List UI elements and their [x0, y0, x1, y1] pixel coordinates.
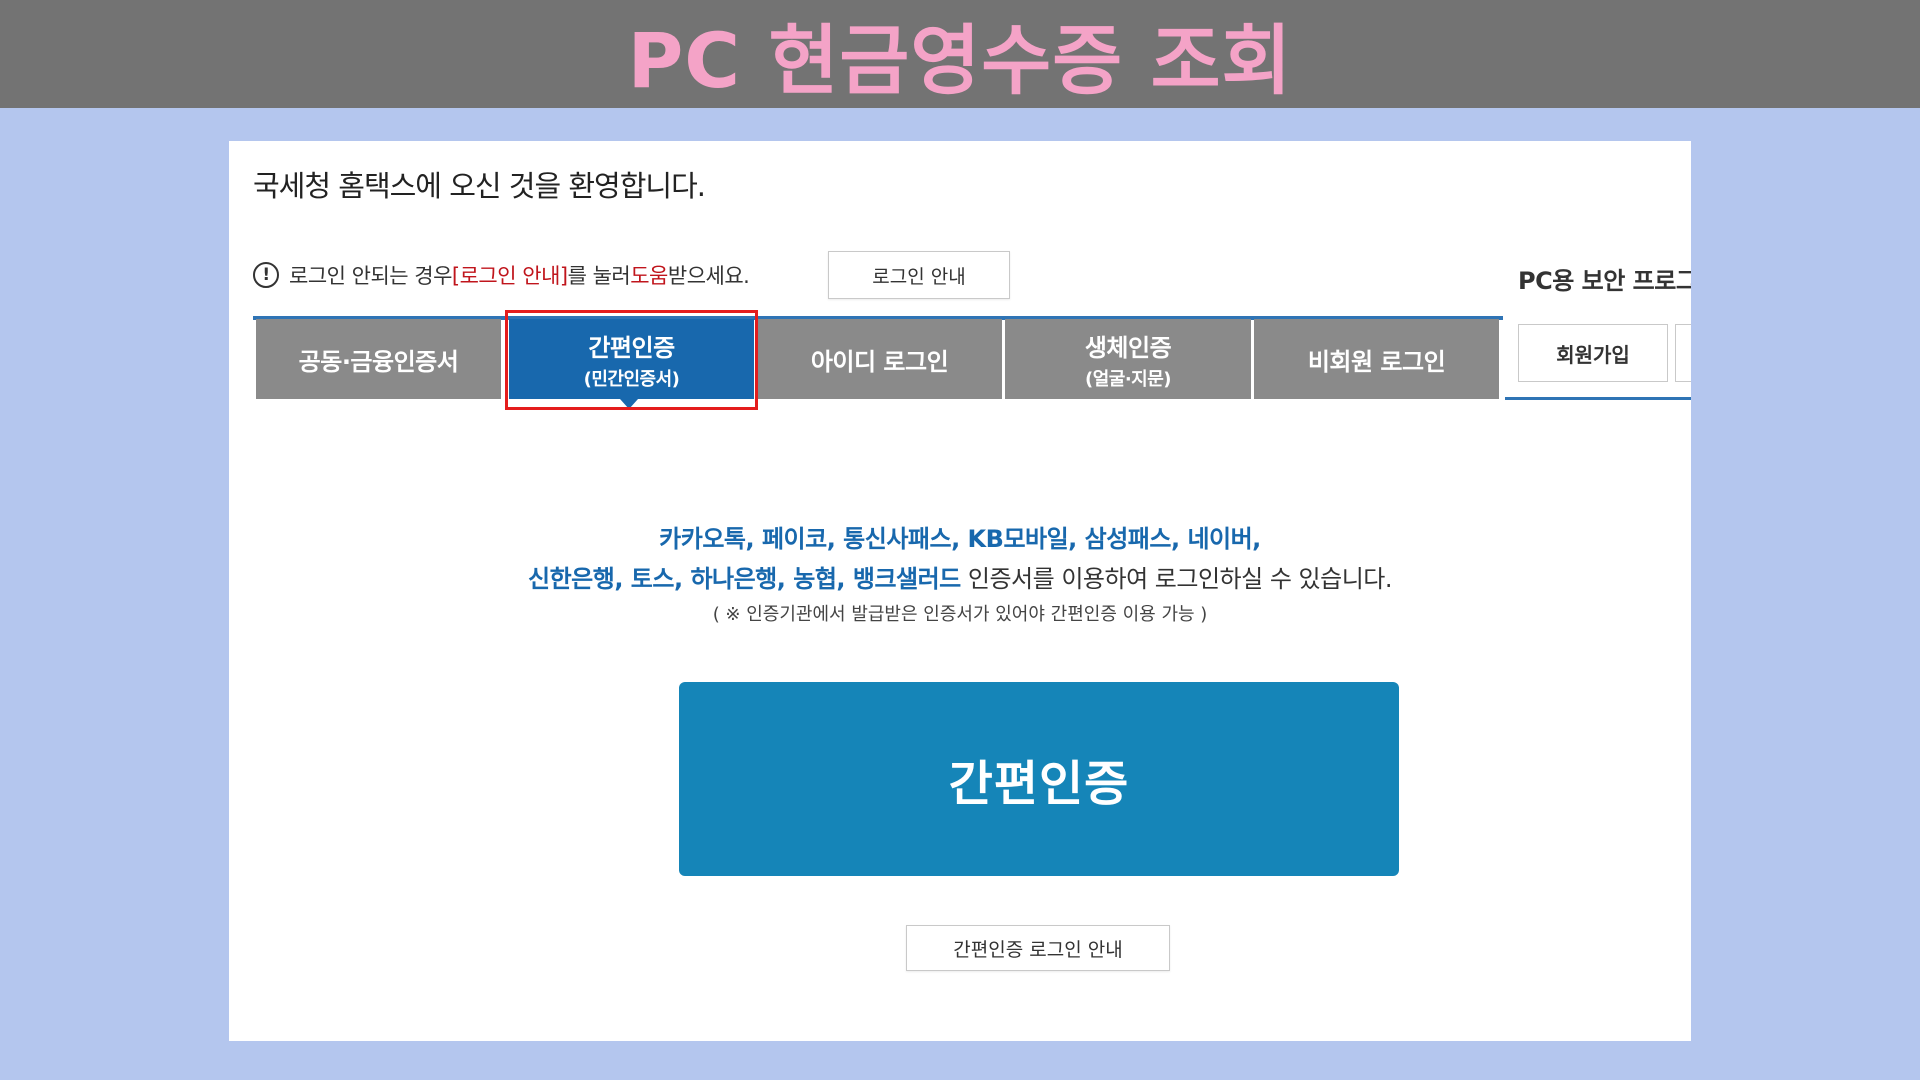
login-guide-button[interactable]: 로그인 안내 — [828, 251, 1010, 299]
banner: PC 현금영수증 조회 — [0, 0, 1920, 108]
tab-sublabel: (얼굴·지문) — [1084, 368, 1172, 390]
tab-biometric[interactable]: 생체인증 (얼굴·지문) — [1005, 319, 1251, 399]
notice-text-3: 받으세요. — [667, 264, 750, 288]
highlight-box — [505, 310, 758, 410]
welcome-heading: 국세청 홈택스에 오신 것을 환영합니다. — [253, 169, 706, 203]
tab-label: 아이디 로그인 — [810, 347, 949, 376]
tab-joint-certificate[interactable]: 공동·금융인증서 — [256, 319, 501, 399]
simple-auth-button[interactable]: 간편인증 — [679, 682, 1399, 876]
provider-list-blue: 신한은행, 토스, 하나은행, 농협, 뱅크샐러드 — [528, 565, 961, 593]
exclamation-icon: ! — [253, 262, 279, 288]
notice-help: 도움 — [630, 264, 668, 288]
provider-note: ( ※ 인증기관에서 발급받은 인증서가 있어야 간편인증 이용 가능 ) — [712, 604, 1208, 625]
provider-list-line2: 신한은행, 토스, 하나은행, 농협, 뱅크샐러드 인증서를 이용하여 로그인하… — [229, 559, 1691, 594]
tab-label: 비회원 로그인 — [1307, 347, 1446, 376]
join-button[interactable]: 회원가입 — [1518, 324, 1668, 382]
tab-id-login[interactable]: 아이디 로그인 — [757, 319, 1002, 399]
notice-link: [로그인 안내] — [451, 264, 568, 288]
notice-text-2: 를 눌러 — [567, 264, 631, 288]
extra-button[interactable] — [1675, 324, 1691, 382]
security-program-link[interactable]: PC용 보안 프로그 — [1518, 261, 1691, 296]
tab-label: 생체인증 — [1084, 333, 1172, 362]
provider-list-plain: 인증서를 이용하여 로그인하실 수 있습니다. — [960, 565, 1393, 593]
tab-guest-login[interactable]: 비회원 로그인 — [1254, 319, 1499, 399]
banner-title: PC 현금영수증 조회 — [627, 16, 1293, 105]
login-panel: 국세청 홈택스에 오신 것을 환영합니다. ! 로그인 안되는 경우 [로그인 … — [229, 141, 1691, 1041]
notice-text-1: 로그인 안되는 경우 — [289, 264, 452, 288]
tabs-border-right — [1505, 397, 1691, 400]
simple-auth-guide-button[interactable]: 간편인증 로그인 안내 — [906, 925, 1170, 971]
login-notice: ! 로그인 안되는 경우 [로그인 안내] 를 눌러 도움 받으세요. — [253, 251, 750, 299]
tab-label: 공동·금융인증서 — [298, 347, 459, 376]
provider-list-line1: 카카오톡, 페이코, 통신사패스, KB모바일, 삼성패스, 네이버, — [659, 525, 1261, 553]
